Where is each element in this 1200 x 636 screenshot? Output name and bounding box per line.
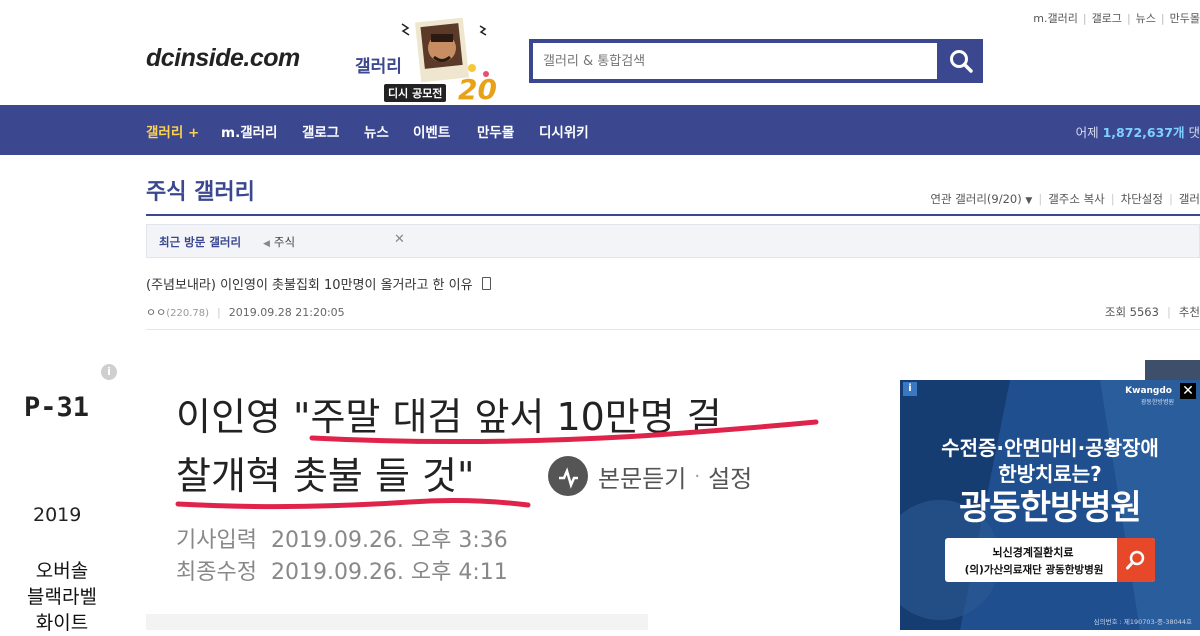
promo-banner[interactable]: 디시 공모전 20 [384, 17, 502, 106]
post-datetime: 2019.09.28 21:20:05 [228, 306, 345, 319]
ad-search-box[interactable]: 뇌신경계질환치료 (의)가산의료재단 광동한방병원 [945, 538, 1155, 582]
ad-close-icon[interactable]: ✕ [1180, 383, 1196, 399]
caret-down-icon: ▼ [1025, 196, 1033, 206]
visit-counter: 어제 1,872,637개 댓 [1075, 125, 1200, 140]
info-icon[interactable]: i [101, 364, 117, 380]
post-ip: (220.78) [166, 308, 210, 319]
search-icon [950, 50, 973, 73]
left-ad-text[interactable]: 오버솔 블랙라벨 화이트 [22, 558, 102, 636]
top-link-mall[interactable]: 만두몰 [1170, 12, 1200, 25]
mobile-icon [481, 277, 491, 290]
post-recommend: 추천 [1178, 305, 1200, 319]
listen-settings[interactable]: 설정 [708, 459, 752, 494]
left-ad-year[interactable]: 2019 [33, 504, 81, 526]
recent-gallery-label: 최근 방문 갤러리 [159, 235, 242, 249]
close-icon[interactable]: ✕ [394, 232, 405, 247]
promo-badge: 디시 공모전 [384, 84, 447, 102]
copy-gallery-address[interactable]: 갤주소 복사 [1048, 192, 1105, 206]
recent-gallery-item[interactable]: ◀ 주식 [263, 234, 295, 250]
ad-brand: Kwangdo [1125, 386, 1172, 396]
right-ad-banner[interactable]: i Kwangdo 광동한방병원 ✕ 수전증·안면마비·공황장애 한방치료는? … [900, 380, 1200, 630]
search-input[interactable] [533, 43, 937, 79]
article-body-start [146, 614, 648, 630]
search-icon [1126, 550, 1145, 570]
left-ad-code[interactable]: P-31 [24, 392, 89, 423]
top-links: m.갤러리 | 갤로그 | 뉴스 | 만두몰 [1033, 12, 1200, 25]
listen-button[interactable]: 본문듣기 [598, 459, 686, 494]
nav-wiki[interactable]: 디시위키 [539, 121, 589, 141]
nav-mgallery[interactable]: m.갤러리 [221, 121, 277, 141]
search-bar [529, 39, 983, 83]
ad-corner-image [1145, 360, 1200, 380]
ad-license-text: 심의번호 : 제190703-중-38044호 [1093, 618, 1192, 626]
ad-search-button[interactable] [1117, 538, 1155, 582]
main-nav: 갤러리 + m.갤러리 갤로그 뉴스 이벤트 만두몰 디시위키 어제 1,872… [0, 105, 1200, 155]
nav-mall[interactable]: 만두몰 [477, 121, 514, 141]
speaker-icon[interactable] [548, 456, 588, 496]
recent-gallery-bar: 최근 방문 갤러리 ◀ 주식 ✕ [146, 224, 1200, 258]
prev-arrow-icon[interactable]: ◀ [263, 239, 270, 249]
post-title: (주념보내라) 이인영이 촛불집회 10만명이 올거라고 한 이유 [146, 274, 491, 293]
gallery-title[interactable]: 주식 갤러리 [146, 174, 255, 206]
post-author[interactable]: ㅇㅇ [146, 306, 166, 319]
meta-divider [146, 329, 1200, 330]
promo-number: 20 [458, 73, 497, 106]
nav-gallery-plus[interactable]: 갤러리 + [146, 121, 199, 141]
listen-controls: 본문듣기 · 설정 [548, 456, 752, 496]
gallery-tool-more[interactable]: 갤러 [1179, 192, 1200, 206]
ad-big-title: 광동한방병원 [959, 488, 1142, 528]
site-logo[interactable]: dcinside.com [146, 44, 300, 73]
post-views: 조회 5563 [1104, 305, 1159, 319]
article-input-date: 기사입력 2019.09.26. 오후 3:36 [176, 528, 508, 553]
nav-gallog[interactable]: 갤로그 [302, 121, 339, 141]
nav-event[interactable]: 이벤트 [413, 121, 450, 141]
block-settings[interactable]: 차단설정 [1121, 192, 1163, 206]
ad-brand-sub: 광동한방병원 [1140, 399, 1174, 406]
ad-info-icon[interactable]: i [903, 382, 917, 396]
nav-news[interactable]: 뉴스 [364, 121, 389, 141]
top-link-mgallery[interactable]: m.갤러리 [1033, 12, 1078, 25]
related-gallery-dropdown[interactable]: 연관 갤러리(9/20) ▼ [930, 192, 1032, 206]
title-divider [146, 214, 1200, 216]
post-meta: ㅇㅇ(220.78) | 2019.09.28 21:20:05 [146, 306, 345, 319]
post-stats: 조회 5563 | 추천 [1104, 305, 1200, 319]
gallery-tools: 연관 갤러리(9/20) ▼ | 갤주소 복사 | 차단설정 | 갤러 [930, 192, 1200, 206]
search-button[interactable] [939, 39, 983, 83]
top-link-gallog[interactable]: 갤로그 [1092, 12, 1122, 25]
article-edit-date: 최종수정 2019.09.26. 오후 4:11 [176, 560, 508, 585]
top-link-news[interactable]: 뉴스 [1136, 12, 1156, 25]
ad-headline-1: 수전증·안면마비·공황장애 [941, 436, 1159, 460]
